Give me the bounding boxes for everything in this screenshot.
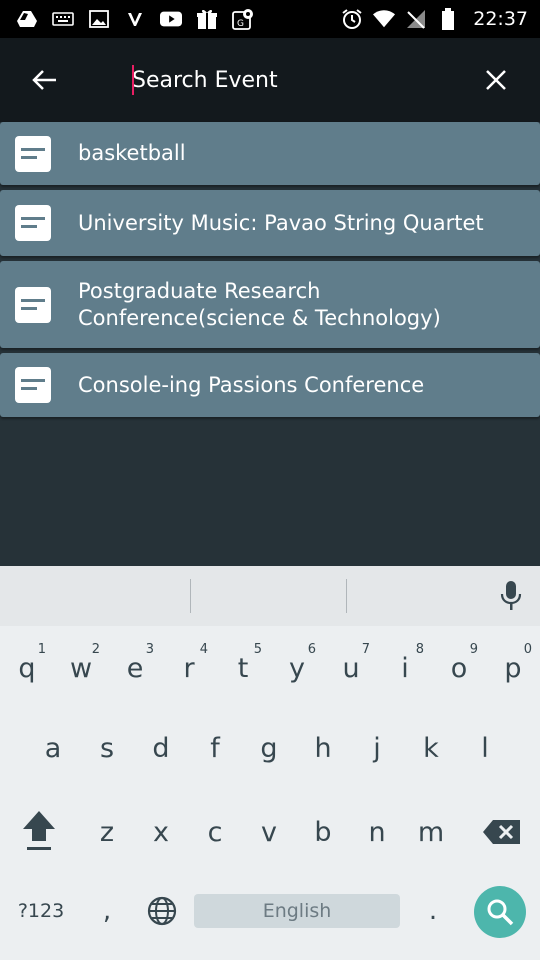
maps-icon: G	[232, 8, 254, 30]
search-action-key[interactable]	[474, 886, 526, 938]
key-j[interactable]: j	[350, 718, 404, 778]
shift-icon	[23, 811, 55, 850]
suggestion-divider	[346, 579, 347, 613]
microphone-icon	[500, 581, 522, 610]
search-results-list: basketball University Music: Pavao Strin…	[0, 122, 540, 422]
result-label: basketball	[78, 141, 186, 165]
result-label: University Music: Pavao String Quartet	[78, 210, 484, 235]
image-icon	[88, 8, 110, 30]
key-d[interactable]: d	[134, 718, 188, 778]
status-bar: G 22:37	[0, 0, 540, 38]
suggestion-strip	[0, 566, 540, 626]
status-time: 22:37	[473, 8, 528, 30]
key-b[interactable]: b	[296, 802, 350, 862]
key-t[interactable]: t5	[216, 638, 270, 698]
document-icon	[15, 205, 51, 241]
key-u[interactable]: u7	[324, 638, 378, 698]
youtube-icon	[160, 8, 182, 30]
document-icon	[15, 367, 51, 403]
language-key[interactable]	[140, 888, 184, 934]
result-label: Console-ing Passions Conference	[78, 372, 425, 397]
symbols-key[interactable]: ?123	[8, 886, 74, 936]
key-x[interactable]: x	[134, 802, 188, 862]
gift-icon	[196, 8, 218, 30]
key-w[interactable]: w2	[54, 638, 108, 698]
key-o[interactable]: o9	[432, 638, 486, 698]
key-i[interactable]: i8	[378, 638, 432, 698]
v-icon	[124, 8, 146, 30]
svg-text:G: G	[237, 19, 244, 29]
backspace-icon	[483, 820, 520, 844]
key-k[interactable]: k	[404, 718, 458, 778]
key-s[interactable]: s	[80, 718, 134, 778]
key-q[interactable]: q1	[0, 638, 54, 698]
key-v[interactable]: v	[242, 802, 296, 862]
key-l[interactable]: l	[458, 718, 512, 778]
no-signal-icon	[405, 8, 427, 30]
result-label: Postgraduate Research Conference(science…	[78, 278, 441, 330]
wifi-icon	[373, 8, 396, 30]
key-g[interactable]: g	[242, 718, 296, 778]
globe-icon	[147, 896, 177, 926]
result-item[interactable]: Console-ing Passions Conference	[0, 353, 540, 417]
result-item[interactable]: basketball	[0, 122, 540, 185]
comma-key[interactable]: ,	[84, 886, 130, 936]
text-cursor	[132, 65, 134, 95]
space-key[interactable]: English	[194, 894, 400, 928]
result-item[interactable]: University Music: Pavao String Quartet	[0, 190, 540, 256]
key-e[interactable]: e3	[108, 638, 162, 698]
voice-input-button[interactable]	[496, 579, 526, 613]
key-p[interactable]: p0	[486, 638, 540, 698]
shift-key[interactable]	[12, 800, 66, 860]
arrow-left-icon	[32, 70, 56, 90]
key-f[interactable]: f	[188, 718, 242, 778]
search-icon	[487, 899, 514, 926]
clear-search-button[interactable]	[476, 60, 516, 100]
backspace-key[interactable]	[474, 802, 530, 862]
key-m[interactable]: m	[404, 802, 458, 862]
back-button[interactable]	[24, 60, 64, 100]
drive-icon	[16, 8, 38, 30]
alarm-icon	[341, 8, 363, 30]
search-input[interactable]	[132, 60, 452, 100]
document-icon	[15, 135, 51, 172]
key-y[interactable]: y6	[270, 638, 324, 698]
key-c[interactable]: c	[188, 802, 242, 862]
result-item[interactable]: Postgraduate Research Conference(science…	[0, 261, 540, 348]
battery-icon	[437, 8, 459, 30]
key-h[interactable]: h	[296, 718, 350, 778]
suggestion-divider	[190, 579, 191, 613]
key-a[interactable]: a	[26, 718, 80, 778]
document-icon	[15, 286, 51, 323]
period-key[interactable]: .	[410, 886, 456, 936]
search-toolbar	[0, 38, 540, 122]
close-icon	[486, 70, 506, 90]
key-n[interactable]: n	[350, 802, 404, 862]
key-z[interactable]: z	[80, 802, 134, 862]
key-r[interactable]: r4	[162, 638, 216, 698]
soft-keyboard: q1 w2 e3 r4 t5 y6 u7 i8 o9 p0 a s d f g …	[0, 566, 540, 960]
keyboard-icon	[52, 8, 74, 30]
